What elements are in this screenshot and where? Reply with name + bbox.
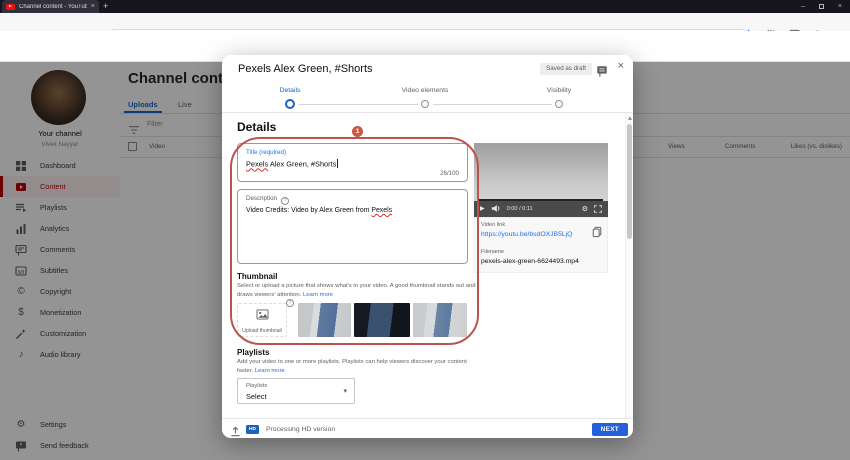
browser-tab[interactable]: Channel content - YouTube St... × [2,0,99,13]
step-video-elements[interactable]: Video elements [402,87,449,94]
playlists-dropdown-label: Playlists [246,383,267,389]
window-maximize-icon[interactable] [819,4,824,9]
window-close-icon[interactable]: × [838,3,842,10]
stepper-line [299,104,418,105]
video-link-label: Video link [481,222,505,228]
filename-value: pexels-alex-green-6624493.mp4 [481,258,579,265]
dialog-footer: HD Processing HD version NEXT [222,418,633,438]
browser-urlbar: ← → ↻ ⌂ … ☆ [0,13,850,32]
step-details[interactable]: Details [280,87,301,94]
browser-titlebar: Channel content - YouTube St... × + – × [0,0,850,13]
dialog-title: Pexels Alex Green, #Shorts [238,63,373,75]
stepper-line [433,104,552,105]
volume-icon[interactable] [491,200,501,218]
annotation-ellipse [230,137,479,345]
window-minimize-icon[interactable]: – [801,3,805,10]
close-icon[interactable]: × [618,61,624,72]
video-time: 0:00 / 0:11 [507,206,533,212]
dialog-stepper: Details Video elements Visibility [222,85,633,112]
details-heading: Details [237,120,276,134]
step-dot-video-elements[interactable] [421,100,429,108]
playlists-dropdown[interactable]: Playlists Select ▾ [237,378,355,404]
fullscreen-icon[interactable] [594,200,602,218]
next-button[interactable]: NEXT [592,423,628,436]
new-tab-button[interactable]: + [103,1,108,11]
upload-status-icon [230,424,241,442]
screen: Channel content - YouTube St... × + – × … [0,0,850,460]
window-controls: – × [801,0,842,13]
play-icon[interactable]: ▶ [480,206,485,212]
upload-details-dialog: Pexels Alex Green, #Shorts Saved as draf… [222,55,633,438]
youtube-favicon-icon [6,4,15,10]
tab-title: Channel content - YouTube St... [19,4,87,10]
video-info-card: Video link https://youtu.be/bsdOXJB5LjQ … [474,217,608,273]
scroll-up-arrow-icon[interactable] [628,116,632,120]
playlists-dropdown-value: Select [246,392,267,401]
step-dot-visibility[interactable] [555,100,563,108]
annotation-number-badge: 1 [352,126,363,137]
chevron-down-icon: ▾ [343,387,347,395]
video-controls: ▶ 0:00 / 0:11 ⚙ [474,201,608,217]
video-link[interactable]: https://youtu.be/bsdOXJB5LjQ [481,231,572,238]
dialog-body: Details 1 Title (required) Pexels Alex G… [222,113,633,418]
scrollbar-thumb[interactable] [627,124,632,239]
dialog-scrollbar[interactable] [625,113,633,418]
video-preview[interactable]: ▶ 0:00 / 0:11 ⚙ [474,143,608,217]
step-visibility[interactable]: Visibility [547,87,571,94]
feedback-icon[interactable] [596,64,608,82]
tab-close-icon[interactable]: × [91,3,95,10]
playlists-description: Add your video to one or more playlists.… [237,358,477,375]
hd-badge: HD [246,425,259,434]
copy-icon[interactable] [592,225,602,243]
processing-status: Processing HD version [266,426,335,433]
player-settings-icon[interactable]: ⚙ [582,206,588,213]
playlists-heading: Playlists [237,348,269,357]
saved-as-draft-badge: Saved as draft [540,63,592,75]
learn-more-link[interactable]: Learn more [255,368,285,374]
step-dot-details[interactable] [285,99,295,109]
filename-label: Filename [481,249,504,255]
